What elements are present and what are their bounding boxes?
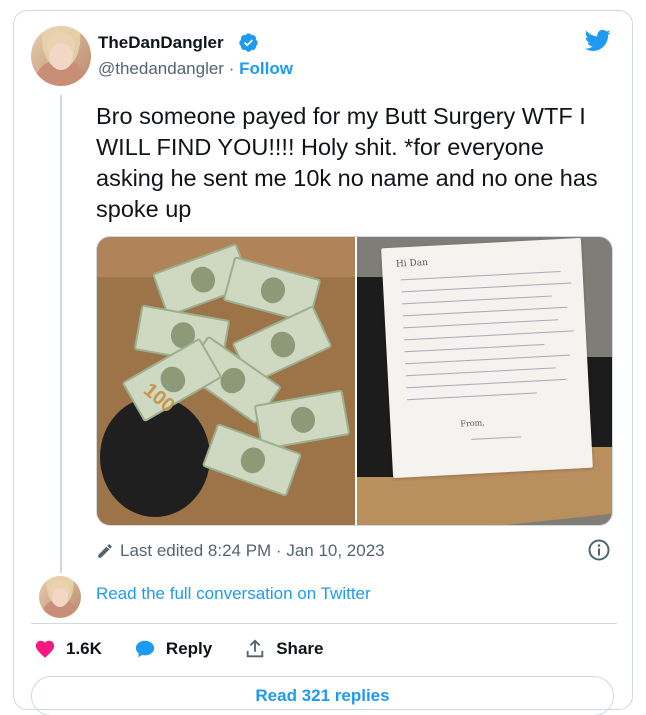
handle-row: @thedandangler · Follow: [98, 59, 293, 79]
edited-timestamp[interactable]: Last edited 8:24 PM · Jan 10, 2023: [120, 541, 385, 561]
reply-button[interactable]: Reply: [134, 638, 212, 660]
thread-line: [60, 95, 62, 573]
info-icon[interactable]: [587, 538, 611, 562]
media-photo-cash-box[interactable]: 100: [97, 237, 355, 525]
tweet-text: Bro someone payed for my Butt Surgery WT…: [96, 103, 598, 222]
like-button[interactable]: 1.6K: [34, 638, 102, 660]
tweet-media[interactable]: 100 Hi Dan From,: [96, 236, 613, 526]
action-bar: 1.6K Reply Share: [34, 638, 355, 660]
share-label: Share: [276, 639, 324, 658]
note-signoff: From,: [460, 418, 485, 429]
author-handle[interactable]: @thedandangler: [98, 59, 224, 78]
share-button[interactable]: Share: [244, 638, 323, 660]
twitter-bird-icon[interactable]: [583, 27, 613, 53]
handle-separator: ·: [228, 59, 235, 78]
reply-label: Reply: [165, 639, 213, 658]
author-avatar[interactable]: [31, 26, 91, 86]
read-conversation-link[interactable]: Read the full conversation on Twitter: [96, 584, 371, 604]
author-display-name[interactable]: TheDanDangler: [98, 33, 224, 53]
share-upload-icon: [246, 639, 264, 658]
heart-icon: [35, 640, 55, 658]
follow-button[interactable]: Follow: [239, 59, 293, 78]
like-count: 1.6K: [66, 639, 102, 658]
verified-badge-icon: [239, 33, 258, 52]
reply-avatar[interactable]: [39, 576, 81, 618]
media-photo-handwritten-note[interactable]: Hi Dan From,: [357, 237, 612, 525]
edit-history-row[interactable]: Last edited 8:24 PM · Jan 10, 2023: [96, 541, 385, 561]
pencil-icon: [98, 544, 112, 558]
read-replies-button[interactable]: Read 321 replies: [31, 676, 614, 715]
note-greeting: Hi Dan: [395, 257, 429, 270]
speech-bubble-icon: [135, 640, 155, 658]
divider: [31, 623, 617, 624]
tweet-card: TheDanDangler @thedandangler · Follow Br…: [13, 10, 633, 715]
handwritten-note: Hi Dan From,: [381, 237, 593, 479]
